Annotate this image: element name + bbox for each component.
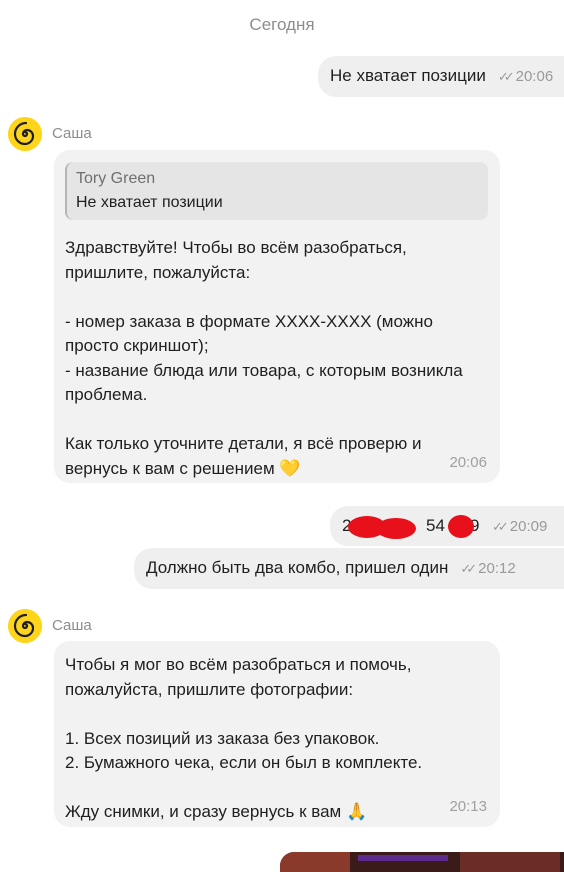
photo-region bbox=[460, 852, 560, 872]
message-text: Должно быть два комбо, пришел один bbox=[146, 558, 449, 577]
outgoing-message[interactable]: Должно быть два комбо, пришел один ✓✓ 20:1… bbox=[134, 548, 564, 589]
spiral-logo-icon bbox=[8, 117, 42, 151]
message-text: Чтобы я мог во всём разобраться и помочь… bbox=[65, 655, 423, 821]
message-text-part: 54 bbox=[426, 516, 445, 535]
sender-name: Саша bbox=[52, 125, 92, 142]
message-time: 20:06 bbox=[515, 68, 554, 85]
reply-text: Не хватает позиции bbox=[76, 194, 223, 211]
photo-message[interactable] bbox=[280, 852, 564, 872]
message-time: 20:12 bbox=[478, 560, 516, 577]
message-time: 20:13 bbox=[449, 798, 487, 815]
message-meta: ✓✓ 20:12 bbox=[460, 558, 515, 580]
outgoing-message[interactable]: 2 54 9 ✓✓ 20:09 bbox=[330, 506, 564, 546]
outgoing-message[interactable]: Не хватает позиции ✓✓ 20:06 bbox=[318, 56, 564, 97]
double-check-icon: ✓✓ bbox=[497, 69, 515, 84]
message-text: Не хватает позиции bbox=[330, 66, 486, 85]
message-time: 20:06 bbox=[449, 454, 487, 471]
incoming-message[interactable]: Чтобы я мог во всём разобраться и помочь… bbox=[54, 641, 500, 827]
double-check-icon: ✓✓ bbox=[492, 519, 509, 534]
double-check-icon: ✓✓ bbox=[460, 561, 477, 576]
message-meta: ✓✓ 20:06 bbox=[498, 66, 553, 88]
message-time: 20:09 bbox=[509, 518, 548, 535]
photo-region bbox=[280, 852, 350, 872]
redacted-order-number: 2 54 9 bbox=[342, 515, 480, 539]
message-text: Здравствуйте! Чтобы во всём разобраться,… bbox=[65, 238, 463, 478]
date-separator: Сегодня bbox=[249, 15, 315, 34]
redaction-mark bbox=[376, 518, 416, 539]
avatar[interactable] bbox=[8, 609, 42, 643]
reply-author: Tory Green bbox=[76, 170, 156, 187]
sender-name: Саша bbox=[52, 617, 92, 634]
photo-region bbox=[358, 855, 448, 861]
avatar[interactable] bbox=[8, 117, 42, 151]
reply-quote[interactable]: Tory Green Не хватает позиции bbox=[65, 162, 488, 220]
spiral-logo-icon bbox=[8, 609, 42, 643]
redaction-mark bbox=[448, 515, 474, 538]
incoming-message[interactable]: Tory Green Не хватает позиции Здравствуй… bbox=[54, 150, 500, 483]
message-meta: ✓✓ 20:09 bbox=[492, 516, 547, 538]
